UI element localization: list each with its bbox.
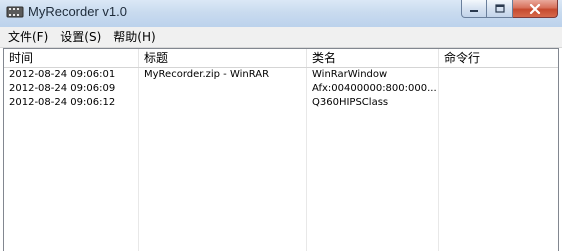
cell-command-line xyxy=(439,96,558,110)
film-strip-icon xyxy=(6,6,24,18)
close-button[interactable] xyxy=(513,0,558,18)
table-row[interactable]: 2012-08-24 09:06:01 MyRecorder.zip - Win… xyxy=(4,68,558,82)
maximize-button[interactable] xyxy=(487,0,513,18)
menu-bar: 文件(F) 设置(S) 帮助(H) xyxy=(0,27,562,48)
list-header: 时间 标题 类名 命令行 xyxy=(4,49,558,68)
cell-class-name: WinRarWindow xyxy=(312,69,388,80)
cell-time: 2012-08-24 09:06:09 xyxy=(9,83,116,94)
cell-title: MyRecorder.zip - WinRAR xyxy=(144,69,270,80)
cell-time: 2012-08-24 09:06:12 xyxy=(9,97,116,108)
cell-class-name: Q360HIPSClass xyxy=(312,97,389,108)
column-header-title[interactable]: 标题 xyxy=(139,49,307,67)
minimize-icon xyxy=(470,9,478,12)
cell-title xyxy=(139,82,307,96)
record-list[interactable]: 时间 标题 类名 命令行 2012-08-24 09:06:01 MyRecor… xyxy=(3,48,559,251)
column-header-class-name[interactable]: 类名 xyxy=(307,49,439,67)
cell-command-line xyxy=(439,82,558,96)
list-rows: 2012-08-24 09:06:01 MyRecorder.zip - Win… xyxy=(4,68,558,110)
table-row[interactable]: 2012-08-24 09:06:09 Afx:00400000:800:000… xyxy=(4,82,558,96)
cell-title xyxy=(139,96,307,110)
window-title: MyRecorder v1.0 xyxy=(28,4,127,19)
cell-command-line xyxy=(439,68,558,82)
minimize-button[interactable] xyxy=(461,0,487,18)
menu-settings[interactable]: 设置(S) xyxy=(56,28,105,46)
menu-help[interactable]: 帮助(H) xyxy=(109,28,159,46)
table-row[interactable]: 2012-08-24 09:06:12 Q360HIPSClass xyxy=(4,96,558,110)
column-header-command-line[interactable]: 命令行 xyxy=(439,49,558,67)
cell-time: 2012-08-24 09:06:01 xyxy=(9,69,116,80)
column-header-time[interactable]: 时间 xyxy=(4,49,139,67)
menu-file[interactable]: 文件(F) xyxy=(4,28,52,46)
window-controls xyxy=(461,0,558,18)
maximize-icon xyxy=(494,4,505,13)
cell-class-name: Afx:00400000:800:000... xyxy=(312,83,437,94)
title-bar[interactable]: MyRecorder v1.0 xyxy=(0,0,562,28)
close-icon xyxy=(529,3,541,14)
